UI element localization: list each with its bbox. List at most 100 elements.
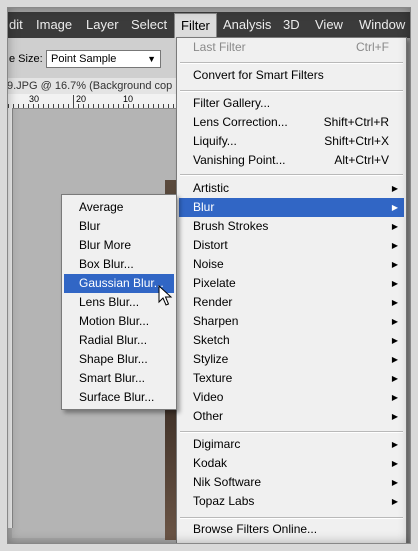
ruler-tick	[113, 104, 114, 108]
submenu-item-motion-blur[interactable]: Motion Blur...	[62, 312, 176, 331]
options-bar: e Size: Point Sample ▼	[7, 38, 177, 79]
menu-3d[interactable]: 3D	[283, 12, 300, 38]
menu-item-artistic[interactable]: Artistic ▶	[177, 179, 406, 198]
menu-item-shortcut: Shift+Ctrl+R	[323, 115, 389, 129]
menu-view[interactable]: View	[315, 12, 343, 38]
menu-item-label: Blur	[79, 219, 101, 233]
chevron-down-icon: ▼	[147, 54, 156, 64]
menu-image[interactable]: Image	[36, 12, 72, 38]
menu-item-label: Box Blur...	[79, 257, 134, 271]
menu-item-texture[interactable]: Texture ▶	[177, 369, 406, 388]
menu-item-label: Smart Blur...	[79, 371, 146, 385]
horizontal-ruler: 30 20 10	[7, 94, 177, 109]
menu-item-label: Pixelate	[193, 276, 236, 290]
submenu-item-shape-blur[interactable]: Shape Blur...	[62, 350, 176, 369]
ruler-tick	[58, 104, 59, 108]
submenu-item-box-blur[interactable]: Box Blur...	[62, 255, 176, 274]
ruler-tick	[108, 104, 109, 108]
menu-edit[interactable]: dit	[9, 12, 23, 38]
ruler-tick	[98, 104, 99, 108]
filter-menu: Last Filter Ctrl+F Convert for Smart Fil…	[176, 37, 407, 544]
menu-filter[interactable]: Filter	[174, 13, 217, 38]
ruler-tick	[148, 104, 149, 108]
submenu-item-radial-blur[interactable]: Radial Blur...	[62, 331, 176, 350]
ruler-tick	[138, 104, 139, 108]
ruler-number: 10	[123, 94, 134, 104]
ruler-tick	[38, 104, 39, 108]
triangle-right-icon: ▶	[391, 412, 398, 421]
menu-item-pixelate[interactable]: Pixelate ▶	[177, 274, 406, 293]
menu-item-lens-correction[interactable]: Lens Correction... Shift+Ctrl+R	[177, 113, 406, 132]
menu-item-label: Browse Filters Online...	[193, 522, 318, 536]
ruler-tick	[33, 104, 34, 108]
menu-item-vanishing-point[interactable]: Vanishing Point... Alt+Ctrl+V	[177, 151, 406, 170]
menu-item-topaz-labs[interactable]: Topaz Labs ▶	[177, 492, 406, 511]
menu-item-nik-software[interactable]: Nik Software ▶	[177, 473, 406, 492]
document-tab[interactable]: 9.JPG @ 16.7% (Background cop	[7, 78, 177, 95]
menu-analysis[interactable]: Analysis	[223, 12, 271, 38]
menu-item-distort[interactable]: Distort ▶	[177, 236, 406, 255]
ruler-tick	[153, 104, 154, 108]
menu-item-label: Brush Strokes	[193, 219, 269, 233]
menu-item-kodak[interactable]: Kodak ▶	[177, 454, 406, 473]
menu-separator	[180, 62, 403, 64]
menu-item-label: Motion Blur...	[79, 314, 150, 328]
submenu-item-blur[interactable]: Blur	[62, 217, 176, 236]
menu-item-label: Artistic	[193, 181, 229, 195]
sample-size-value: Point Sample	[51, 53, 117, 65]
menu-item-label: Average	[79, 200, 124, 214]
vertical-ruler	[7, 108, 13, 528]
triangle-right-icon: ▶	[391, 298, 398, 307]
menu-item-label: Blur	[193, 200, 215, 214]
submenu-item-blur-more[interactable]: Blur More	[62, 236, 176, 255]
menu-separator	[180, 174, 403, 176]
triangle-right-icon: ▶	[391, 497, 398, 506]
triangle-right-icon: ▶	[391, 440, 398, 449]
menu-item-stylize[interactable]: Stylize ▶	[177, 350, 406, 369]
submenu-item-average[interactable]: Average	[62, 198, 176, 217]
triangle-right-icon: ▶	[391, 241, 398, 250]
menu-item-shortcut: Shift+Ctrl+X	[324, 134, 389, 148]
triangle-right-icon: ▶	[391, 184, 398, 193]
menu-item-convert-smart-filters[interactable]: Convert for Smart Filters	[177, 66, 406, 85]
menu-item-liquify[interactable]: Liquify... Shift+Ctrl+X	[177, 132, 406, 151]
menu-item-other[interactable]: Other ▶	[177, 407, 406, 426]
menu-item-label: Sketch	[193, 333, 230, 347]
ruler-tick	[78, 104, 79, 108]
menu-separator	[180, 517, 403, 519]
menu-item-label: Filter Gallery...	[193, 96, 271, 110]
menu-item-shortcut: Alt+Ctrl+V	[334, 153, 389, 167]
menu-layer[interactable]: Layer	[86, 12, 119, 38]
menu-item-render[interactable]: Render ▶	[177, 293, 406, 312]
menu-select[interactable]: Select	[131, 12, 167, 38]
ruler-tick	[118, 104, 119, 108]
menu-item-blur[interactable]: Blur ▶	[179, 198, 404, 217]
menu-item-sketch[interactable]: Sketch ▶	[177, 331, 406, 350]
menu-item-noise[interactable]: Noise ▶	[177, 255, 406, 274]
menu-item-filter-gallery[interactable]: Filter Gallery...	[177, 94, 406, 113]
sample-size-select[interactable]: Point Sample ▼	[46, 50, 161, 68]
submenu-item-smart-blur[interactable]: Smart Blur...	[62, 369, 176, 388]
ruler-tick	[63, 104, 64, 108]
menu-item-label: Liquify...	[193, 134, 237, 148]
menu-item-browse-filters-online[interactable]: Browse Filters Online...	[177, 520, 406, 539]
menu-item-sharpen[interactable]: Sharpen ▶	[177, 312, 406, 331]
ruler-tick	[23, 104, 24, 108]
ruler-tick	[143, 104, 144, 108]
menu-item-video[interactable]: Video ▶	[177, 388, 406, 407]
menu-item-label: Lens Blur...	[79, 295, 140, 309]
ruler-tick	[53, 104, 54, 108]
triangle-right-icon: ▶	[391, 203, 398, 212]
menu-item-label: Other	[193, 409, 224, 423]
ruler-tick	[83, 104, 84, 108]
ruler-tick	[173, 104, 174, 108]
menu-item-label: Blur More	[79, 238, 132, 252]
menu-item-label: Lens Correction...	[193, 115, 288, 129]
menu-item-brush-strokes[interactable]: Brush Strokes ▶	[177, 217, 406, 236]
ruler-tick	[158, 104, 159, 108]
ruler-tick	[103, 104, 104, 108]
menu-item-digimarc[interactable]: Digimarc ▶	[177, 435, 406, 454]
submenu-item-surface-blur[interactable]: Surface Blur...	[62, 388, 176, 407]
menu-window[interactable]: Window	[359, 12, 405, 38]
menu-item-label: Stylize	[193, 352, 229, 366]
